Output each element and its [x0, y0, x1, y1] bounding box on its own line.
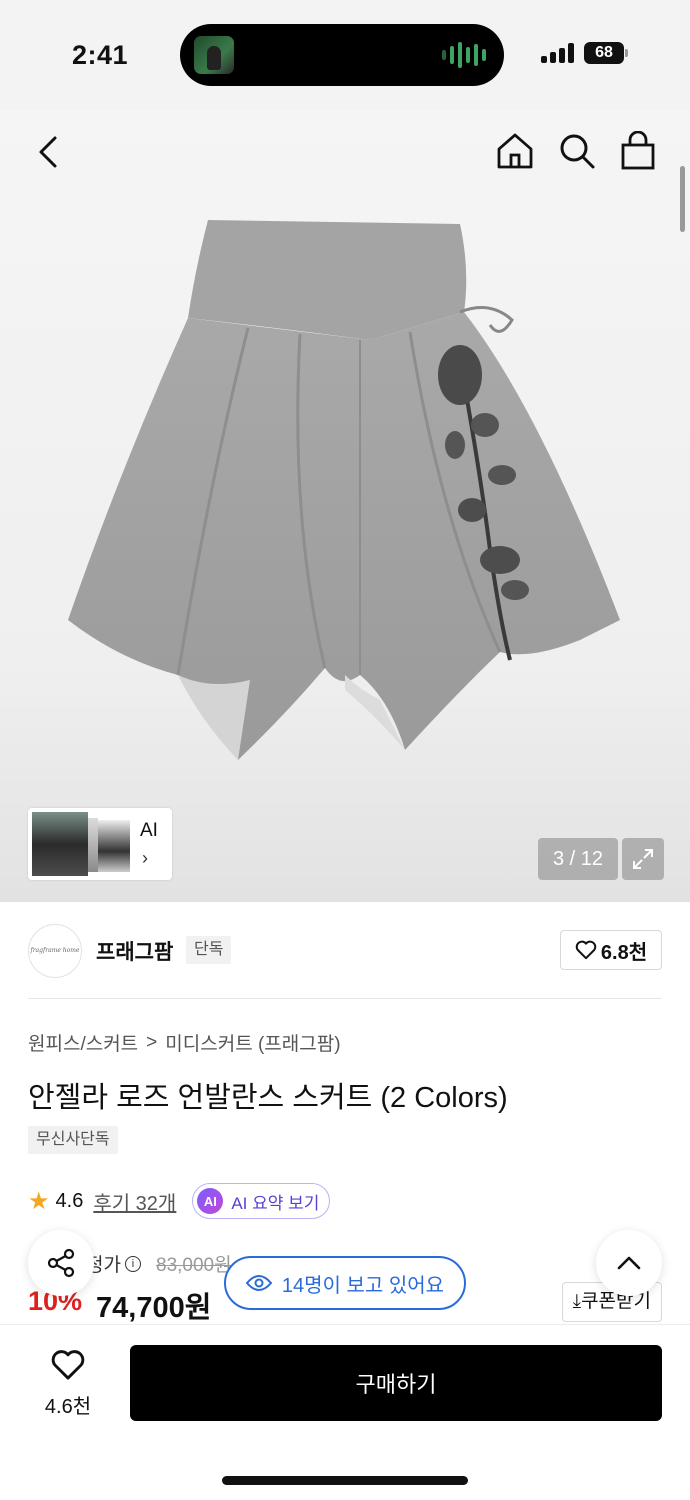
ai-summary-label: AI 요약 보기 — [231, 1193, 320, 1213]
home-icon — [497, 133, 533, 169]
breadcrumb-item[interactable]: 원피스/스커트 — [28, 1029, 138, 1056]
reviews-link[interactable]: 후기 32개 — [93, 1187, 176, 1216]
expand-icon — [633, 849, 653, 869]
wishlist-button[interactable]: 4.6천 — [36, 1349, 100, 1419]
cart-button[interactable] — [618, 130, 658, 172]
fullscreen-button[interactable] — [622, 838, 664, 880]
status-bar: 2:41 68 — [0, 0, 690, 110]
rating-value: 4.6 — [55, 1189, 84, 1212]
search-icon — [560, 134, 595, 169]
shopping-bag-icon — [621, 131, 655, 170]
page-scrollbar[interactable] — [680, 166, 685, 232]
buy-button[interactable]: 구매하기 — [130, 1345, 662, 1421]
battery-icon: 68 — [584, 42, 628, 64]
viewers-text: 14명이 보고 있어요 — [281, 1274, 445, 1297]
info-icon[interactable]: i — [124, 1255, 141, 1272]
breadcrumb-item[interactable]: 미디스커트 (프래그팜) — [165, 1029, 340, 1056]
eye-icon — [245, 1275, 272, 1291]
sale-price: 74,700원 — [96, 1292, 212, 1324]
brand-name[interactable]: 프래그팜 — [96, 936, 173, 966]
chevron-up-icon — [617, 1256, 641, 1270]
scroll-top-button[interactable] — [596, 1230, 662, 1296]
product-photo-skirt — [68, 220, 620, 760]
brand-logo[interactable]: fragframe home — [28, 924, 82, 978]
ai-styling-thumbnail[interactable]: AI › — [28, 808, 172, 880]
search-button[interactable] — [556, 130, 598, 172]
download-icon: ⤓ — [572, 1291, 582, 1312]
section-divider — [28, 998, 662, 999]
chevron-left-icon — [39, 136, 57, 168]
chevron-right-icon: › — [142, 848, 148, 868]
brand-row: fragframe home 프래그팜 단독 6.8천 — [28, 922, 662, 980]
brand-like-button[interactable]: 6.8천 — [560, 930, 662, 970]
now-playing-artwork — [194, 36, 234, 74]
original-price: 83,000원 — [156, 1255, 232, 1276]
breadcrumb: 원피스/스커트 > 미디스커트 (프래그팜) — [28, 1029, 341, 1056]
ai-chip-icon: AI — [197, 1188, 224, 1214]
ai-thumb-label: AI — [140, 820, 158, 841]
star-icon: ★ — [28, 1187, 50, 1215]
brand-exclusive-badge: 단독 — [186, 936, 232, 964]
original-price-label: 정가 i — [86, 1250, 141, 1277]
ai-summary-button[interactable]: AI AI 요약 보기 — [192, 1183, 331, 1219]
image-counter: 3 / 12 — [538, 838, 618, 880]
status-time: 2:41 — [72, 40, 129, 70]
heart-outline-icon — [575, 940, 597, 960]
ai-thumbnail-images — [32, 812, 130, 876]
product-title: 안젤라 로즈 언발란스 스커트 (2 Colors) — [28, 1082, 508, 1114]
coupon-label: 쿠폰받기 — [581, 1291, 651, 1312]
signal-icon — [541, 43, 574, 63]
brand-logo-text: fragframe home — [30, 947, 80, 954]
share-button[interactable] — [28, 1230, 94, 1296]
brand-like-count: 6.8천 — [600, 941, 648, 964]
heart-icon — [51, 1350, 85, 1380]
back-button[interactable] — [28, 132, 68, 172]
rating-row: ★ 4.6 후기 32개 AI AI 요약 보기 — [28, 1182, 331, 1220]
audio-wave-icon — [442, 40, 486, 70]
home-button[interactable] — [494, 130, 536, 172]
share-icon — [47, 1248, 75, 1278]
product-image-gallery[interactable]: AI › 3 / 12 — [0, 110, 690, 902]
home-indicator[interactable] — [222, 1476, 468, 1485]
breadcrumb-separator: > — [146, 1031, 158, 1053]
exclusive-tag: 무신사단독 — [28, 1126, 118, 1154]
bottom-action-bar: 4.6천 구매하기 — [0, 1324, 690, 1500]
dynamic-island[interactable] — [180, 24, 504, 86]
wishlist-count: 4.6천 — [44, 1396, 92, 1418]
viewers-indicator: 14명이 보고 있어요 — [224, 1256, 466, 1310]
status-indicators: 68 — [541, 42, 628, 64]
